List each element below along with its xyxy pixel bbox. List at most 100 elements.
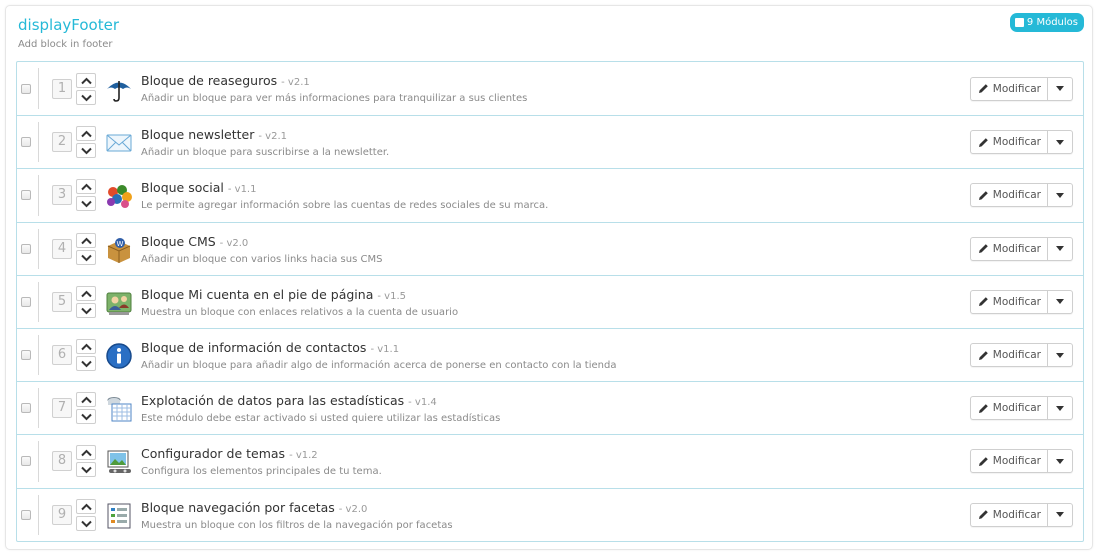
more-actions-dropdown[interactable] bbox=[1048, 78, 1072, 100]
module-row[interactable]: 1 Bloque de reaseguros - v2.1 Añadir un b… bbox=[17, 62, 1083, 115]
module-actions: Modificar bbox=[969, 289, 1073, 314]
module-select-checkbox[interactable] bbox=[21, 456, 31, 467]
move-down-button[interactable] bbox=[76, 89, 96, 105]
chevron-down-icon bbox=[81, 94, 92, 102]
more-actions-dropdown[interactable] bbox=[1048, 238, 1072, 260]
module-name: Explotación de datos para las estadístic… bbox=[141, 393, 437, 408]
module-description: Le permite agregar información sobre las… bbox=[141, 200, 549, 212]
hook-title: displayFooter bbox=[18, 16, 119, 34]
module-row[interactable]: 8 Configurador de temas - v1.2 Configura … bbox=[17, 434, 1083, 487]
edit-button-label: Modificar bbox=[992, 455, 1041, 468]
module-row[interactable]: 2 Bloque newsletter - v2.1 Añadir un bloq… bbox=[17, 115, 1083, 168]
move-up-button[interactable] bbox=[76, 285, 96, 301]
module-select-checkbox[interactable] bbox=[21, 403, 31, 414]
move-up-button[interactable] bbox=[76, 232, 96, 248]
module-name-text: Explotación de datos para las estadístic… bbox=[141, 393, 405, 409]
chevron-down-icon bbox=[81, 467, 92, 474]
move-down-button[interactable] bbox=[76, 462, 96, 478]
chevron-up-icon bbox=[81, 290, 92, 298]
module-version: - v1.5 bbox=[377, 290, 406, 302]
caret-down-icon bbox=[1056, 192, 1064, 198]
edit-button[interactable]: Modificar bbox=[971, 397, 1048, 420]
more-actions-dropdown[interactable] bbox=[1048, 450, 1072, 472]
move-down-button[interactable] bbox=[76, 196, 96, 212]
module-row[interactable]: 6 Bloque de información de contactos - v1… bbox=[17, 327, 1083, 381]
more-actions-dropdown[interactable] bbox=[1048, 291, 1072, 313]
module-version: - v2.1 bbox=[281, 77, 310, 88]
drag-handle-divider bbox=[38, 281, 39, 322]
module-select-checkbox[interactable] bbox=[21, 509, 31, 520]
move-up-button[interactable] bbox=[76, 179, 96, 195]
edit-button[interactable]: Modificar bbox=[971, 237, 1048, 260]
module-version: - v1.1 bbox=[370, 343, 400, 355]
pencil-icon bbox=[978, 84, 988, 94]
more-actions-dropdown[interactable] bbox=[1048, 131, 1072, 153]
module-row[interactable]: 7 Explotación de datos para las estadíst… bbox=[17, 381, 1083, 434]
edit-button[interactable]: Modificar bbox=[971, 77, 1048, 100]
edit-button[interactable]: Modificar bbox=[971, 450, 1048, 473]
module-name: Configurador de temas - v1.2 bbox=[141, 446, 318, 461]
module-select-checkbox[interactable] bbox=[21, 190, 31, 201]
module-actions: Modificar bbox=[969, 183, 1073, 208]
module-description: Añadir un bloque para ver más informacio… bbox=[141, 93, 528, 104]
edit-button[interactable]: Modificar bbox=[971, 290, 1048, 313]
move-up-button[interactable] bbox=[76, 72, 96, 88]
edit-button[interactable]: Modificar bbox=[971, 344, 1048, 367]
module-select-checkbox[interactable] bbox=[21, 350, 31, 361]
pencil-icon bbox=[978, 244, 988, 254]
module-position-number: 4 bbox=[52, 238, 72, 259]
caret-down-icon bbox=[1056, 352, 1064, 358]
umbrella-icon bbox=[105, 76, 133, 104]
module-row[interactable]: 5 Bloque Mi cuenta en el pie de página - … bbox=[17, 274, 1083, 328]
chevron-down-icon bbox=[81, 520, 92, 528]
edit-button-label: Modificar bbox=[992, 189, 1041, 202]
caret-down-icon bbox=[1056, 86, 1064, 92]
move-up-button[interactable] bbox=[76, 392, 96, 408]
drag-handle-divider bbox=[38, 228, 39, 269]
edit-button[interactable]: Modificar bbox=[971, 131, 1048, 154]
move-down-button[interactable] bbox=[76, 515, 96, 531]
module-row[interactable]: 9 Bloque navegación por facetas - v2.0 Mu… bbox=[17, 487, 1083, 541]
move-down-button[interactable] bbox=[76, 409, 96, 425]
edit-button[interactable]: Modificar bbox=[971, 503, 1048, 526]
module-select-checkbox[interactable] bbox=[21, 83, 31, 94]
move-down-button[interactable] bbox=[76, 249, 96, 265]
move-down-button[interactable] bbox=[76, 302, 96, 318]
move-down-button[interactable] bbox=[76, 143, 96, 159]
pencil-icon bbox=[978, 403, 988, 413]
chevron-down-icon bbox=[81, 360, 92, 368]
pencil-icon bbox=[978, 350, 988, 360]
module-description: Añadir un bloque para suscribirse a la n… bbox=[141, 147, 390, 159]
caret-down-icon bbox=[1056, 139, 1064, 145]
module-name: Bloque social - v1.1 bbox=[141, 180, 256, 195]
module-position-number: 6 bbox=[52, 345, 72, 366]
module-select-checkbox[interactable] bbox=[21, 243, 31, 254]
module-name-text: Bloque Mi cuenta en el pie de página bbox=[141, 286, 374, 302]
chevron-down-icon bbox=[81, 201, 92, 208]
module-description: Añadir un bloque para añadir algo de inf… bbox=[141, 359, 617, 371]
info-icon bbox=[105, 342, 133, 370]
more-actions-dropdown[interactable] bbox=[1048, 344, 1072, 366]
move-up-button[interactable] bbox=[76, 339, 96, 355]
module-row[interactable]: 4 W Bloque CMS - v2.0 Añadir un bloque co… bbox=[17, 221, 1083, 275]
move-up-button[interactable] bbox=[76, 445, 96, 461]
move-up-button[interactable] bbox=[76, 498, 96, 514]
module-select-checkbox[interactable] bbox=[21, 137, 31, 148]
more-actions-dropdown[interactable] bbox=[1048, 397, 1072, 419]
social-icons-icon bbox=[105, 182, 133, 210]
module-select-checkbox[interactable] bbox=[21, 296, 31, 307]
drag-handle-divider bbox=[38, 175, 39, 216]
module-actions: Modificar bbox=[969, 396, 1073, 421]
move-down-button[interactable] bbox=[76, 356, 96, 372]
more-actions-dropdown[interactable] bbox=[1048, 184, 1072, 206]
module-actions: Modificar bbox=[969, 130, 1073, 155]
edit-button-label: Modificar bbox=[992, 508, 1041, 521]
move-up-button[interactable] bbox=[76, 126, 96, 142]
more-actions-dropdown[interactable] bbox=[1048, 504, 1072, 526]
module-row[interactable]: 3 Bloque social - v1.1 Le permite agregar… bbox=[17, 168, 1083, 221]
module-actions: Modificar bbox=[969, 502, 1073, 527]
module-position-number: 7 bbox=[52, 398, 72, 419]
module-name: Bloque navegación por facetas - v2.0 bbox=[141, 500, 367, 515]
module-actions: Modificar bbox=[969, 236, 1073, 261]
edit-button[interactable]: Modificar bbox=[971, 184, 1048, 207]
